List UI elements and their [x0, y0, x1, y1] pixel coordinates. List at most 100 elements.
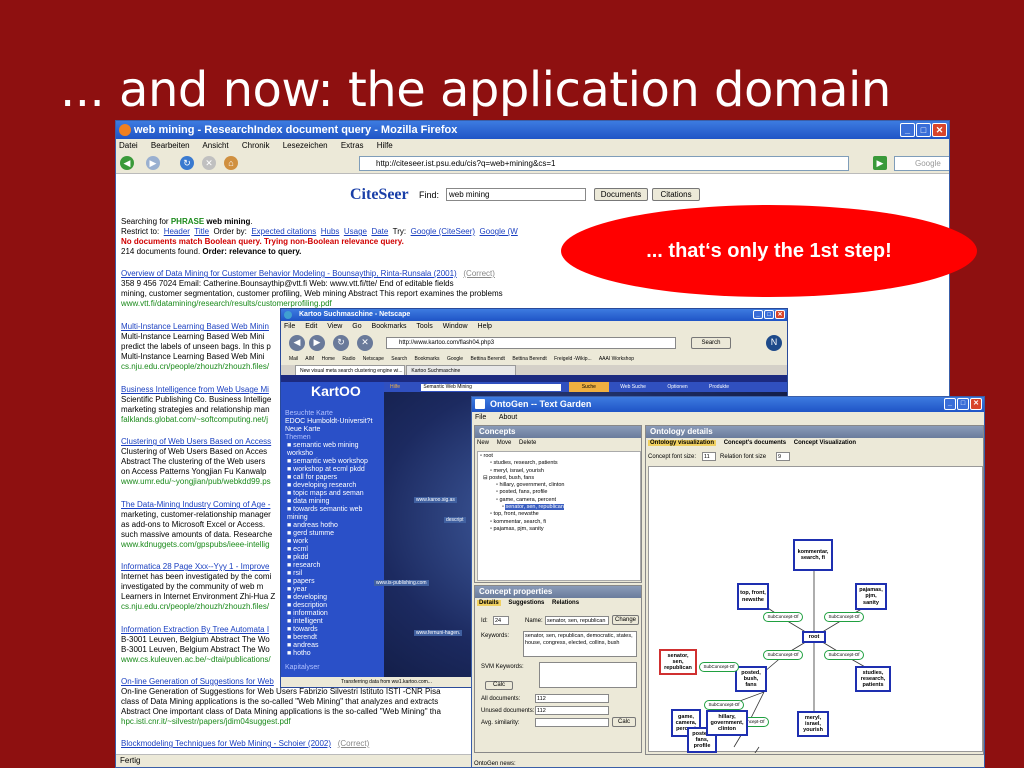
tab-concept-documents[interactable]: Concept's documents	[724, 440, 786, 446]
kar-tab-optionen[interactable]: Optionen	[667, 384, 687, 390]
calc-button[interactable]: Calc	[485, 681, 513, 690]
menu-hilfe[interactable]: Hilfe	[377, 141, 393, 150]
bookmark-radio[interactable]: Radio	[342, 356, 355, 362]
correct-link[interactable]: (Correct)	[338, 739, 370, 748]
tree-node[interactable]: ▫ game, camera, percent	[480, 497, 638, 504]
new-button[interactable]: New	[477, 440, 489, 446]
restrict-header-link[interactable]: Header	[164, 227, 190, 236]
result-link[interactable]: On-line Generation of Suggestions for We…	[121, 677, 274, 687]
root-node[interactable]: root	[802, 631, 826, 643]
tree-node[interactable]: ▫ kommentar, search, fi	[480, 519, 638, 526]
tree-node[interactable]: ▫ pajamas, pjm, sanity	[480, 526, 638, 533]
bookmark-netscape[interactable]: Netscape	[363, 356, 384, 362]
try-google-citeseer-link[interactable]: Google (CiteSeer)	[411, 227, 475, 236]
maximize-button[interactable]: □	[764, 310, 774, 319]
tab-relations[interactable]: Relations	[552, 600, 579, 606]
tree-node-selected[interactable]: ▫ senator, sen, republican	[480, 504, 638, 511]
netscape-url-bar[interactable]: http://www.kartoo.com/flash04.php3	[386, 337, 676, 349]
close-button[interactable]: ✕	[775, 310, 785, 319]
tree-node[interactable]: ▫ hillary, government, clinton	[480, 482, 638, 489]
topic-item[interactable]: ■ hotho	[285, 650, 380, 658]
menu-about[interactable]: About	[499, 414, 517, 421]
bookmark-aaai[interactable]: AAAI Workshop	[599, 356, 634, 362]
menu-ansicht[interactable]: Ansicht	[202, 141, 228, 150]
bookmark-bookmarks[interactable]: Bookmarks	[415, 356, 440, 362]
result-link[interactable]: Informatica 28 Page Xxx--Yyy 1 - Improve	[121, 562, 270, 572]
try-google-web-link[interactable]: Google (W	[480, 227, 518, 236]
calc-similarity-button[interactable]: Calc	[612, 717, 636, 727]
topic-item[interactable]: ■ andreas hotho	[285, 522, 380, 530]
minimize-button[interactable]: _	[900, 123, 915, 137]
topic-item[interactable]: ■ year	[285, 586, 380, 594]
topic-item[interactable]: ■ semantic web workshop	[285, 458, 380, 466]
tree-node[interactable]: ▫ posted, fans, profile	[480, 489, 638, 496]
citations-button[interactable]: Citations	[652, 188, 700, 201]
graph-node[interactable]: kommentar, search, fi	[793, 539, 833, 571]
topic-item[interactable]: ■ information	[285, 610, 380, 618]
topic-item[interactable]: ■ berendt	[285, 634, 380, 642]
kar-tab-suche[interactable]: Suche	[568, 382, 609, 392]
topic-item[interactable]: ■ intelligent	[285, 618, 380, 626]
topic-item[interactable]: ■ developing research	[285, 482, 380, 490]
graph-node[interactable]: top, front, newsthe	[737, 583, 769, 610]
tab-ontology-visualization[interactable]: Ontology visualization	[648, 440, 717, 446]
kar-tab-produkte[interactable]: Produkte	[709, 384, 729, 390]
topic-item[interactable]: ■ gerd stumme	[285, 530, 380, 538]
topic-item[interactable]: ■ pkdd	[285, 554, 380, 562]
go-icon[interactable]: ▶	[873, 156, 887, 170]
maximize-button[interactable]: □	[916, 123, 931, 137]
forward-icon[interactable]: ▶	[309, 335, 325, 351]
kar-query-input[interactable]: Semantic Web Mining	[421, 384, 562, 391]
search-box[interactable]: Google	[894, 156, 949, 171]
kartoo-logo[interactable]: KartOO	[311, 383, 361, 399]
ontology-graph[interactable]: kommentar, search, fi top, front, newsth…	[648, 466, 983, 753]
topic-item[interactable]: ■ ecml	[285, 546, 380, 554]
close-button[interactable]: ✕	[932, 123, 947, 137]
menu-bookmarks[interactable]: Bookmarks	[372, 323, 407, 330]
order-citations-link[interactable]: Expected citations	[251, 227, 316, 236]
netscape-titlebar[interactable]: Kartoo Suchmaschine - Netscape _ □ ✕	[281, 309, 787, 321]
stop-icon[interactable]: ✕	[357, 335, 373, 351]
relation-font-field[interactable]: 9	[776, 452, 790, 461]
url-bar[interactable]: http://citeseer.ist.psu.edu/cis?q=web+mi…	[359, 156, 849, 171]
order-usage-link[interactable]: Usage	[344, 227, 367, 236]
kar-tab-websuche[interactable]: Web Suche	[620, 384, 646, 390]
forward-icon[interactable]: ▶	[146, 156, 160, 170]
bookmark-freigeld[interactable]: Freigeld -Wikip...	[554, 356, 592, 362]
graph-node[interactable]: studies, research, patients	[855, 666, 891, 692]
result-link[interactable]: Clustering of Web Users Based on Access	[121, 437, 271, 447]
menu-lesezeichen[interactable]: Lesezeichen	[283, 141, 328, 150]
keywords-field[interactable]: senator, sen, republican, democratic, st…	[523, 631, 637, 657]
tab-concept-visualization[interactable]: Concept Visualization	[794, 440, 856, 446]
menu-extras[interactable]: Extras	[341, 141, 364, 150]
result-link[interactable]: Information Extraction By Tree Automata …	[121, 625, 269, 635]
kapitalyser[interactable]: Kapitalyser	[285, 664, 380, 672]
result-link[interactable]: Overview of Data Mining for Customer Beh…	[121, 269, 457, 278]
topic-item[interactable]: ■ papers	[285, 578, 380, 586]
menu-file[interactable]: File	[475, 414, 486, 421]
back-icon[interactable]: ◀	[120, 156, 134, 170]
tab-details[interactable]: Details	[477, 600, 501, 606]
map-label[interactable]: www.karoo.sig.as	[414, 497, 457, 503]
menu-help[interactable]: Help	[478, 323, 492, 330]
topic-item[interactable]: ■ description	[285, 602, 380, 610]
topic-item[interactable]: ■ data mining	[285, 498, 380, 506]
reload-icon[interactable]: ↻	[333, 335, 349, 351]
topic-item[interactable]: ■ work	[285, 538, 380, 546]
menu-bearbeiten[interactable]: Bearbeiten	[151, 141, 190, 150]
graph-node[interactable]: posted, bush, fans	[735, 666, 767, 692]
bookmark-berendt-1[interactable]: Bettina Berendt	[470, 356, 504, 362]
minimize-button[interactable]: _	[753, 310, 763, 319]
close-button[interactable]: ✕	[970, 398, 982, 410]
menu-file[interactable]: File	[284, 323, 295, 330]
minimize-button[interactable]: _	[944, 398, 956, 410]
topic-item[interactable]: ■ developing	[285, 594, 380, 602]
map-label[interactable]: www.fernuni-hagen.	[414, 630, 463, 636]
reload-icon[interactable]: ↻	[180, 156, 194, 170]
menu-window[interactable]: Window	[443, 323, 468, 330]
topic-item[interactable]: ■ towards semantic web mining	[285, 506, 380, 522]
menu-chronik[interactable]: Chronik	[242, 141, 270, 150]
change-button[interactable]: Change	[612, 615, 639, 625]
query-input[interactable]: web mining	[446, 188, 586, 201]
side-item[interactable]: EDOC Humboldt-Universit?t	[285, 418, 380, 426]
